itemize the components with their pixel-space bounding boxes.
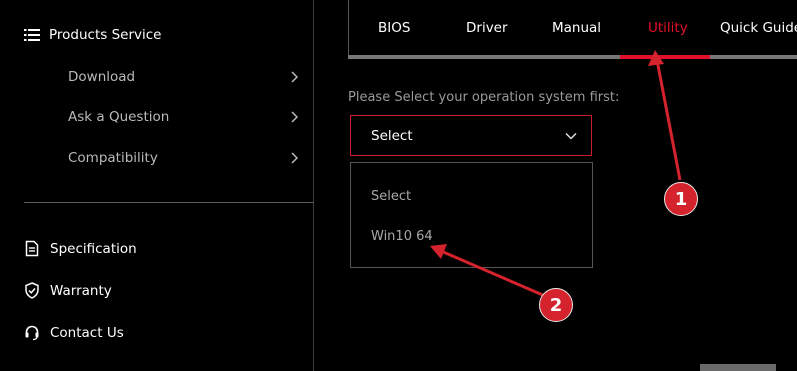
sidebar-item-compatibility[interactable]: Compatibility bbox=[68, 150, 298, 166]
sidebar-item-ask-a-question[interactable]: Ask a Question bbox=[68, 109, 298, 125]
chevron-right-icon bbox=[291, 111, 298, 123]
tab-utility[interactable]: Utility bbox=[648, 20, 688, 36]
document-icon bbox=[25, 240, 39, 257]
sidebar-item-label: Contact Us bbox=[50, 324, 124, 341]
sidebar-item-label: Ask a Question bbox=[68, 109, 170, 125]
tab-driver[interactable]: Driver bbox=[466, 20, 508, 36]
chevron-down-icon bbox=[565, 132, 577, 140]
sidebar-divider bbox=[24, 202, 314, 203]
sidebar-item-label: Compatibility bbox=[68, 150, 158, 166]
sidebar-item-label: Warranty bbox=[50, 282, 112, 299]
tab-quick-guide[interactable]: Quick Guide bbox=[720, 20, 797, 36]
tabs-underline bbox=[348, 55, 797, 59]
sidebar-item-label: Download bbox=[68, 69, 136, 85]
annotation-badge-2: 2 bbox=[539, 288, 573, 322]
os-select-prompt: Please Select your operation system firs… bbox=[348, 90, 620, 105]
sidebar-item-contact-us[interactable]: Contact Us bbox=[24, 324, 124, 341]
os-option-select[interactable]: Select bbox=[371, 189, 411, 204]
os-option-win10-64[interactable]: Win10 64 bbox=[371, 229, 433, 244]
os-select-value: Select bbox=[371, 127, 413, 144]
sidebar-item-label: Specification bbox=[50, 240, 137, 257]
sidebar-item-specification[interactable]: Specification bbox=[24, 240, 137, 257]
products-service-heading: Products Service bbox=[24, 27, 161, 43]
os-select-dropdown[interactable]: Select bbox=[350, 115, 592, 156]
annotation-badge-1: 1 bbox=[664, 182, 698, 216]
shield-check-icon bbox=[25, 282, 39, 299]
headset-icon bbox=[25, 325, 39, 341]
sidebar-item-warranty[interactable]: Warranty bbox=[24, 282, 112, 299]
chevron-right-icon bbox=[291, 71, 298, 83]
sidebar: Products Service Download Ask a Question… bbox=[0, 0, 314, 371]
tab-bios[interactable]: BIOS bbox=[378, 20, 410, 36]
products-service-label: Products Service bbox=[49, 27, 162, 43]
os-options-list: Select Win10 64 bbox=[350, 162, 593, 268]
list-icon bbox=[24, 29, 40, 41]
chevron-right-icon bbox=[291, 152, 298, 164]
active-tab-indicator bbox=[620, 55, 710, 59]
annotation-arrow-1 bbox=[655, 59, 682, 181]
scrollbar-thumb[interactable] bbox=[700, 364, 776, 371]
sidebar-item-download[interactable]: Download bbox=[68, 69, 298, 85]
page: Products Service Download Ask a Question… bbox=[0, 0, 797, 371]
tab-manual[interactable]: Manual bbox=[552, 20, 601, 36]
